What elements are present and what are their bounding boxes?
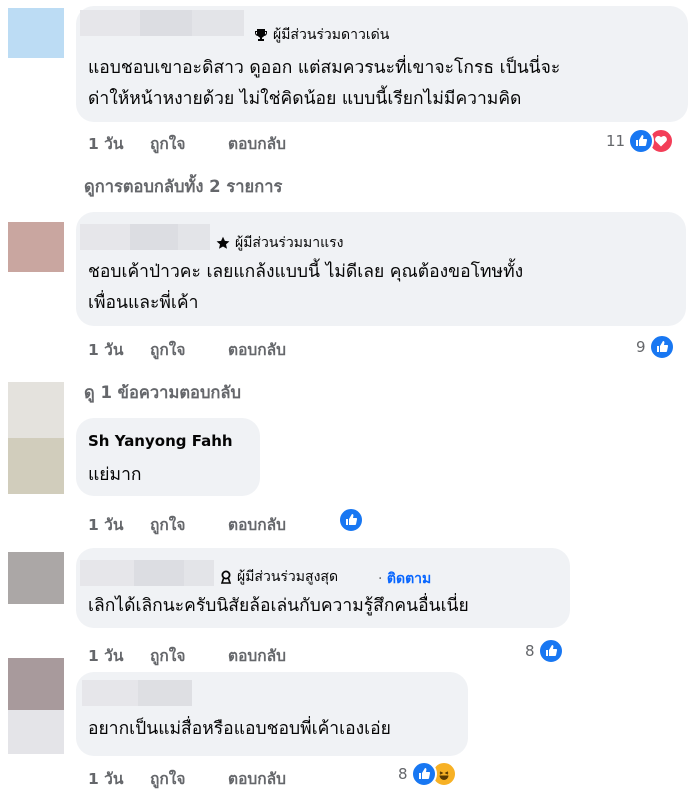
top-fan-badge[interactable]: ผู้มีส่วนร่วมดาวเด่น <box>246 23 397 47</box>
trophy-icon <box>255 29 267 41</box>
comment-text: แอบชอบเขาอะดิสาว ดูออก แต่สมควรนะที่เขาจ… <box>88 53 560 115</box>
comment-actions: 1 วัน ถูกใจ ตอบกลับ <box>88 131 286 156</box>
reply-button[interactable]: ตอบกลับ <box>228 131 286 156</box>
reply-button[interactable]: ตอบกลับ <box>228 512 286 537</box>
like-button[interactable]: ถูกใจ <box>150 131 228 156</box>
commenter-name-redacted[interactable] <box>82 680 192 706</box>
comment-text: ชอบเค้าป่าวคะ เลยแกล้งแบบนี้ ไม่ดีเลย คุ… <box>88 257 523 319</box>
reaction-count: 9 <box>636 338 646 356</box>
reaction-summary[interactable]: 9 <box>636 334 675 360</box>
reaction-summary[interactable]: 8 <box>525 638 564 664</box>
like-reaction-icon <box>628 128 655 154</box>
like-reaction-icon <box>648 334 675 360</box>
badge-label: ผู้มีส่วนร่วมสูงสุด <box>237 569 339 585</box>
follow-button[interactable]: · ติดตาม <box>378 568 431 590</box>
comment-line: แอบชอบเขาอะดิสาว ดูออก แต่สมควรนะที่เขาจ… <box>88 58 561 78</box>
reply-button[interactable]: ตอบกลับ <box>228 337 286 362</box>
avatar[interactable] <box>8 552 64 604</box>
reaction-count: 11 <box>606 132 626 150</box>
reply-button[interactable]: ตอบกลับ <box>228 766 286 791</box>
like-button[interactable]: ถูกใจ <box>150 337 228 362</box>
like-button[interactable]: ถูกใจ <box>150 643 228 668</box>
commenter-name-redacted[interactable] <box>80 10 244 36</box>
medal-icon <box>220 570 232 584</box>
like-reaction-icon <box>410 761 437 787</box>
comment-actions: 1 วัน ถูกใจ ตอบกลับ <box>88 643 286 668</box>
view-replies-link[interactable]: ดูการตอบกลับทั้ง 2 รายการ <box>84 174 282 200</box>
comment-text: อยากเป็นแม่สื่อหรือแอบชอบพี่เค้าเองเอ่ย <box>88 714 391 745</box>
reaction-summary[interactable]: 11 <box>606 128 675 154</box>
commenter-name[interactable]: Sh Yanyong Fahh <box>88 432 233 450</box>
commenter-name-redacted[interactable] <box>80 224 210 250</box>
badge-label: ผู้มีส่วนร่วมดาวเด่น <box>273 27 390 43</box>
timestamp[interactable]: 1 วัน <box>88 131 150 156</box>
avatar[interactable] <box>8 710 64 754</box>
comment-bubble: ผู้มีส่วนร่วมดาวเด่น แอบชอบเขาอะดิสาว ดู… <box>76 6 688 122</box>
comment-line: เพื่อนและพี่เค้า <box>88 293 199 313</box>
timestamp[interactable]: 1 วัน <box>88 643 150 668</box>
comment-text: แย่มาก <box>88 460 142 491</box>
avatar[interactable] <box>8 8 64 58</box>
comment-text: เลิกได้เลิกนะครับนิสัยล้อเล่นกับความรู้ส… <box>88 591 469 622</box>
like-button[interactable]: ถูกใจ <box>150 766 228 791</box>
comment-bubble: อยากเป็นแม่สื่อหรือแอบชอบพี่เค้าเองเอ่ย <box>76 672 468 756</box>
badge-label: ผู้มีส่วนร่วมมาแรง <box>235 235 344 251</box>
avatar[interactable] <box>8 658 64 710</box>
top-contributor-badge[interactable]: ผู้มีส่วนร่วมสูงสุด <box>212 565 346 589</box>
dot-separator: · <box>378 571 387 587</box>
like-button[interactable]: ถูกใจ <box>150 512 228 537</box>
comment-bubble: Sh Yanyong Fahh แย่มาก <box>76 418 260 496</box>
view-replies-link[interactable]: ดู 1 ข้อความตอบกลับ <box>84 380 241 406</box>
reaction-count: 8 <box>525 642 535 660</box>
reply-button[interactable]: ตอบกลับ <box>228 643 286 668</box>
comment-actions: 1 วัน ถูกใจ ตอบกลับ <box>88 512 286 537</box>
star-icon <box>216 236 230 249</box>
timestamp[interactable]: 1 วัน <box>88 337 150 362</box>
rising-fan-badge[interactable]: ผู้มีส่วนร่วมมาแรง <box>208 231 352 255</box>
comment-line: เลิกได้เลิกนะครับนิสัยล้อเล่นกับความรู้ส… <box>88 596 469 616</box>
reaction-count: 8 <box>398 765 408 783</box>
like-reaction-icon <box>338 507 364 533</box>
avatar[interactable] <box>8 222 64 272</box>
comment-line: ชอบเค้าป่าวคะ เลยแกล้งแบบนี้ ไม่ดีเลย คุ… <box>88 262 524 282</box>
avatar[interactable] <box>8 382 64 438</box>
comment-actions: 1 วัน ถูกใจ ตอบกลับ <box>88 766 286 791</box>
reaction-summary[interactable] <box>338 507 364 533</box>
comment-actions: 1 วัน ถูกใจ ตอบกลับ <box>88 337 286 362</box>
comment-thread: ผู้มีส่วนร่วมดาวเด่น แอบชอบเขาอะดิสาว ดู… <box>0 0 700 792</box>
reaction-summary[interactable]: 8 <box>398 761 457 787</box>
like-reaction-icon <box>537 638 564 664</box>
follow-label: ติดตาม <box>386 571 432 587</box>
timestamp[interactable]: 1 วัน <box>88 512 150 537</box>
avatar[interactable] <box>8 438 64 494</box>
comment-line: อยากเป็นแม่สื่อหรือแอบชอบพี่เค้าเองเอ่ย <box>88 719 391 739</box>
comment-line: แย่มาก <box>88 465 142 485</box>
comment-bubble: ผู้มีส่วนร่วมสูงสุด · ติดตาม เลิกได้เลิก… <box>76 548 570 628</box>
commenter-name-redacted[interactable] <box>80 560 214 586</box>
comment-bubble: ผู้มีส่วนร่วมมาแรง ชอบเค้าป่าวคะ เลยแกล้… <box>76 212 686 326</box>
timestamp[interactable]: 1 วัน <box>88 766 150 791</box>
comment-line: ด่าให้หน้าหงายด้วย ไม่ใช่คิดน้อย แบบนี้เ… <box>88 89 522 109</box>
